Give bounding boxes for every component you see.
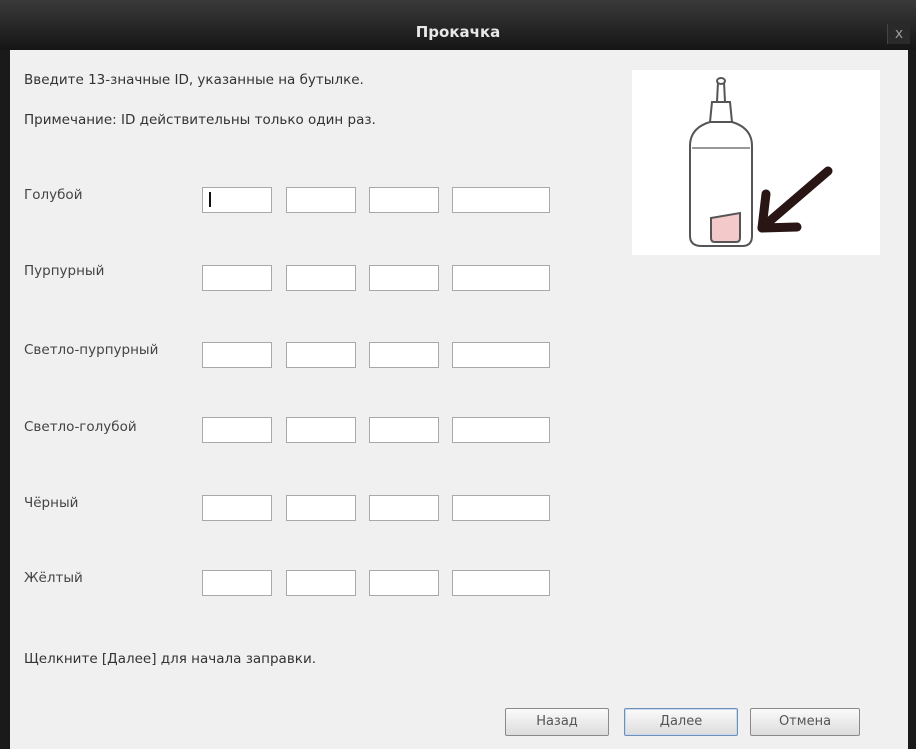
id-input-magenta-2[interactable] xyxy=(286,265,356,291)
id-input-cyan-1[interactable] xyxy=(202,187,272,213)
id-input-light-cyan-1[interactable] xyxy=(202,417,272,443)
ink-bottle-illustration xyxy=(632,70,880,255)
id-input-light-magenta-4[interactable] xyxy=(452,342,550,368)
id-input-black-1[interactable] xyxy=(202,495,272,521)
id-input-cyan-2[interactable] xyxy=(286,187,356,213)
id-input-light-magenta-1[interactable] xyxy=(202,342,272,368)
window-title: Прокачка xyxy=(415,23,501,41)
footer-instruction: Щелкните [Далее] для начала заправки. xyxy=(24,651,317,667)
cancel-button[interactable]: Отмена xyxy=(750,708,860,736)
ink-label-light-magenta: Светло-пурпурный xyxy=(24,342,159,358)
id-input-light-magenta-2[interactable] xyxy=(286,342,356,368)
id-input-yellow-4[interactable] xyxy=(452,570,550,596)
ink-label-yellow: Жёлтый xyxy=(24,570,83,586)
ink-label-black: Чёрный xyxy=(24,495,79,511)
back-button[interactable]: Назад xyxy=(505,708,609,736)
id-field-cyan-1[interactable] xyxy=(202,187,272,213)
instruction-text: Введите 13-значные ID, указанные на буты… xyxy=(24,72,364,88)
dialog-window: Прокачка x Введите 13-значные ID, указан… xyxy=(0,0,916,749)
id-input-light-cyan-2[interactable] xyxy=(286,417,356,443)
id-input-black-4[interactable] xyxy=(452,495,550,521)
close-button[interactable]: x xyxy=(887,24,910,44)
note-text: Примечание: ID действительны только один… xyxy=(24,112,376,128)
id-input-light-cyan-3[interactable] xyxy=(369,417,439,443)
id-input-yellow-3[interactable] xyxy=(369,570,439,596)
text-cursor xyxy=(209,192,211,207)
id-input-cyan-3[interactable] xyxy=(369,187,439,213)
id-input-yellow-1[interactable] xyxy=(202,570,272,596)
id-input-magenta-4[interactable] xyxy=(452,265,550,291)
next-button[interactable]: Далее xyxy=(624,708,738,736)
id-input-black-2[interactable] xyxy=(286,495,356,521)
ink-label-cyan: Голубой xyxy=(24,187,83,203)
id-input-magenta-1[interactable] xyxy=(202,265,272,291)
ink-label-magenta: Пурпурный xyxy=(24,263,105,279)
dialog-content: Введите 13-значные ID, указанные на буты… xyxy=(10,50,908,749)
id-input-magenta-3[interactable] xyxy=(369,265,439,291)
id-input-light-magenta-3[interactable] xyxy=(369,342,439,368)
id-input-yellow-2[interactable] xyxy=(286,570,356,596)
arrow-icon xyxy=(757,166,833,233)
id-input-black-3[interactable] xyxy=(369,495,439,521)
title-bar[interactable]: Прокачка x xyxy=(0,0,916,50)
id-input-cyan-4[interactable] xyxy=(452,187,550,213)
ink-label-light-cyan: Светло-голубой xyxy=(24,419,137,435)
id-input-light-cyan-4[interactable] xyxy=(452,417,550,443)
